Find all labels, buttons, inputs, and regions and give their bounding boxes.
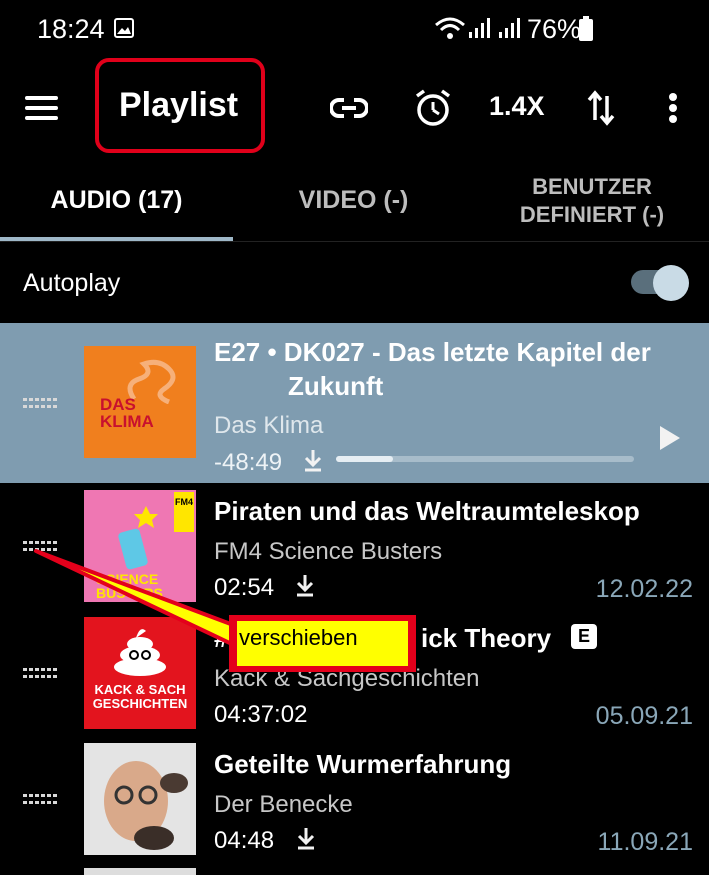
artwork-text: DAS KLIMA (100, 395, 154, 431)
episode-duration: -48:49 (214, 449, 283, 476)
wifi-icon (435, 17, 465, 39)
episode-title-prefix[interactable]: # (214, 621, 228, 655)
tab-user-defined-line1: BENUTZER (532, 174, 652, 199)
signal-icon-2 (499, 18, 520, 38)
battery-percent: 76% (527, 14, 582, 44)
downloaded-icon (297, 828, 315, 850)
play-icon[interactable] (660, 426, 680, 450)
downloaded-icon (296, 575, 314, 597)
gallery-icon (114, 18, 134, 38)
more-options-icon[interactable] (667, 92, 679, 126)
tab-user-defined[interactable]: BENUTZER DEFINIERT (-) (475, 173, 709, 229)
podcast-artwork: FM4 SCIENCE BUSTERS (84, 490, 196, 602)
signal-icon-1 (469, 18, 490, 38)
status-time: 18:24 (37, 14, 105, 44)
autoplay-label: Autoplay (23, 269, 121, 297)
tab-audio[interactable]: AUDIO (17) (0, 186, 233, 215)
episode-date: 12.02.22 (595, 575, 693, 603)
rocket-icon (118, 506, 158, 570)
episode-title-suffix[interactable]: ick Theory (421, 621, 551, 655)
episode-date: 11.09.21 (597, 828, 693, 856)
artwork-text: SCIENCE BUSTERS (96, 571, 163, 601)
poop-icon (114, 629, 166, 676)
episode-duration: 04:37:02 (214, 701, 308, 728)
episode-date: 05.09.21 (595, 702, 693, 730)
podcast-artwork-partial (84, 868, 196, 875)
episode-title[interactable]: Geteilte Wurmerfahrung (214, 747, 511, 781)
progress-bar-fill (336, 456, 393, 462)
title-highlight-annotation (95, 58, 265, 153)
podcast-artwork (84, 743, 196, 855)
podcast-artwork: KACK & SACH GESCHICHTEN (84, 617, 196, 729)
artwork-text: KACK & SACH GESCHICHTEN (92, 682, 188, 711)
podcast-name: Das Klima (214, 412, 324, 439)
explicit-badge: E (571, 624, 597, 649)
toggle-knob (653, 265, 689, 301)
sort-icon[interactable] (586, 90, 616, 126)
podcast-name: FM4 Science Busters (214, 538, 443, 565)
downloaded-icon (304, 450, 322, 472)
fm4-badge: FM4 (174, 492, 194, 532)
portrait-photo (84, 743, 196, 855)
drag-handle-icon[interactable] (23, 541, 57, 553)
episode-duration: 04:48 (214, 827, 275, 854)
episode-title[interactable]: Piraten und das Weltraumteleskop (214, 494, 640, 528)
alarm-icon[interactable] (414, 88, 452, 128)
podcast-name: Der Benecke (214, 791, 353, 818)
episode-title[interactable]: E27 • DK027 - Das letzte Kapitel der Zuk… (214, 335, 651, 403)
status-bar: 18:24 76% (0, 0, 709, 60)
playback-speed-button[interactable]: 1.4X (489, 91, 545, 122)
podcast-artwork: DAS KLIMA (84, 346, 196, 458)
annotation-label: verschieben (237, 621, 408, 666)
tab-video[interactable]: VIDEO (-) (237, 186, 470, 215)
episode-duration: 02:54 (214, 574, 275, 601)
divider (0, 241, 709, 242)
drag-handle-icon[interactable] (23, 668, 57, 680)
battery-icon (579, 16, 593, 41)
link-icon[interactable] (330, 94, 368, 122)
tab-user-defined-line2: DEFINIERT (-) (519, 202, 665, 227)
drag-handle-icon[interactable] (23, 794, 57, 806)
drag-handle-icon[interactable] (23, 398, 57, 410)
